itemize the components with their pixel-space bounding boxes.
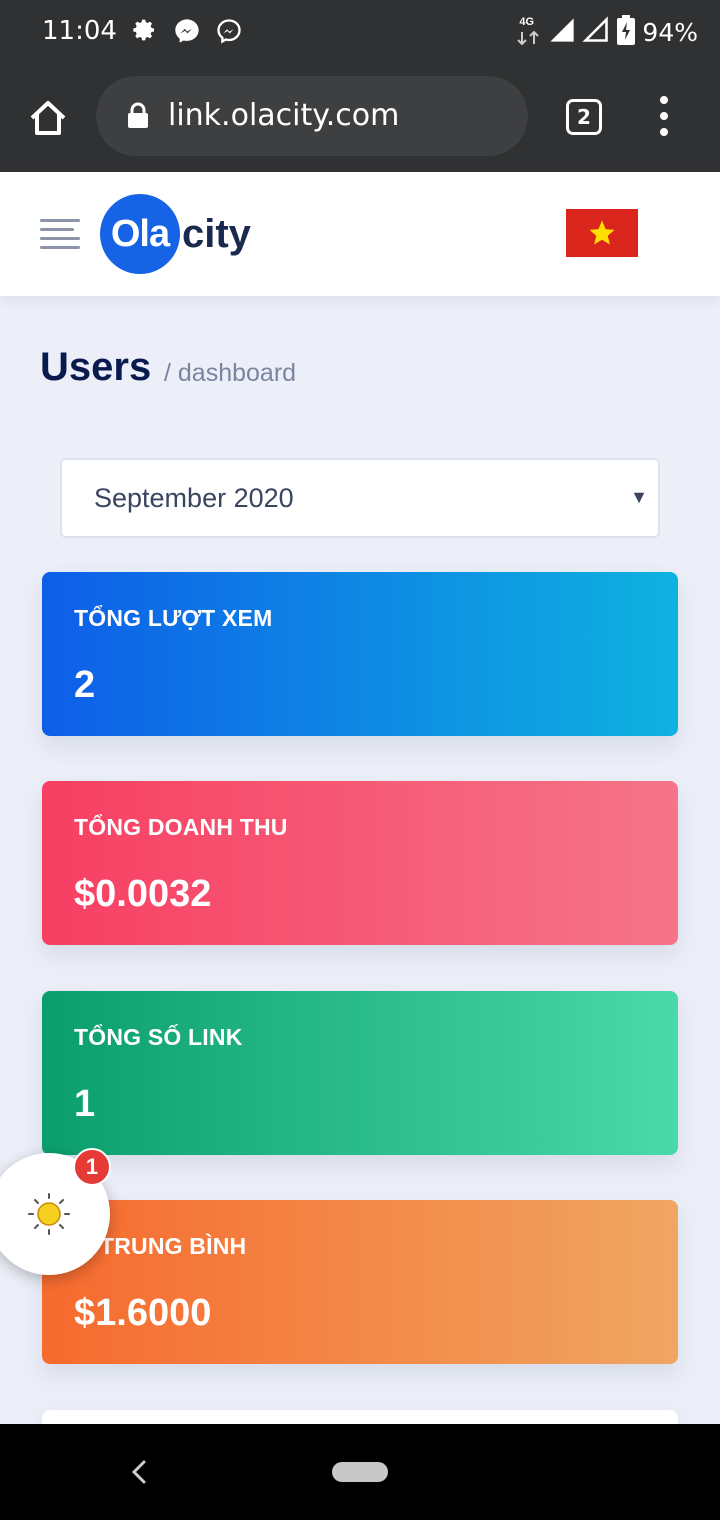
data-arrows-icon: 4G [516, 16, 542, 50]
stat-card-links: TỔNG SỐ LINK 1 [42, 991, 678, 1155]
menu-dot-icon [660, 112, 668, 120]
overflow-menu-button[interactable] [652, 96, 676, 136]
stat-card-label: TỔNG LƯỢT XEM [74, 605, 273, 631]
month-select[interactable]: September 2020 ▼ [60, 458, 660, 538]
stat-card-average: M TRUNG BÌNH $1.6000 [42, 1200, 678, 1364]
messenger-icon [172, 16, 202, 46]
hamburger-menu-icon[interactable] [40, 219, 80, 249]
stat-card-label: TỔNG DOANH THU [74, 814, 288, 840]
status-bar: 11:04 4G 94% [0, 0, 720, 64]
caret-down-icon: ▼ [630, 487, 648, 507]
back-button[interactable] [126, 1452, 154, 1492]
stat-card-label: TỔNG SỐ LINK [74, 1024, 243, 1050]
stat-card-value: $1.6000 [74, 1292, 212, 1334]
stat-card-value: 2 [74, 664, 96, 706]
status-time: 11:04 [42, 16, 117, 46]
stat-card-views: TỔNG LƯỢT XEM 2 [42, 572, 678, 736]
system-nav-bar [0, 1424, 720, 1520]
sun-icon [28, 1193, 70, 1235]
network-type: 4G [519, 15, 535, 28]
messenger-outline-icon [214, 16, 244, 46]
chevron-left-icon [131, 1460, 146, 1484]
tab-switcher-button[interactable]: 2 [566, 99, 602, 135]
vietnam-flag-icon[interactable] [566, 209, 638, 257]
breadcrumb: / dashboard [164, 359, 297, 387]
signal-icon [548, 16, 576, 49]
home-gesture-pill[interactable] [332, 1462, 388, 1482]
battery-charging-icon [616, 14, 636, 51]
home-button[interactable] [24, 94, 72, 142]
month-select-value: September 2020 [94, 483, 294, 513]
menu-dot-icon [660, 128, 668, 136]
logo-text: city [182, 211, 251, 256]
stat-card-revenue: TỔNG DOANH THU $0.0032 [42, 781, 678, 945]
menu-dot-icon [660, 96, 668, 104]
settings-icon [130, 16, 160, 46]
logo-mark: Ola [100, 194, 180, 274]
stat-card-value: 1 [74, 1083, 96, 1125]
logo[interactable]: Ola city [100, 194, 251, 274]
page-title: Users [40, 345, 152, 389]
url-text: link.olacity.com [168, 98, 400, 133]
stat-card-value: $0.0032 [74, 873, 212, 915]
notification-badge: 1 [73, 1148, 111, 1186]
battery-level: 94% [642, 18, 698, 47]
signal-outline-icon [582, 16, 610, 49]
browser-toolbar: link.olacity.com 2 [0, 64, 720, 172]
home-icon [30, 101, 66, 135]
lock-icon [126, 102, 150, 135]
address-bar[interactable]: link.olacity.com [96, 76, 528, 156]
app-header: Ola city [0, 172, 720, 296]
